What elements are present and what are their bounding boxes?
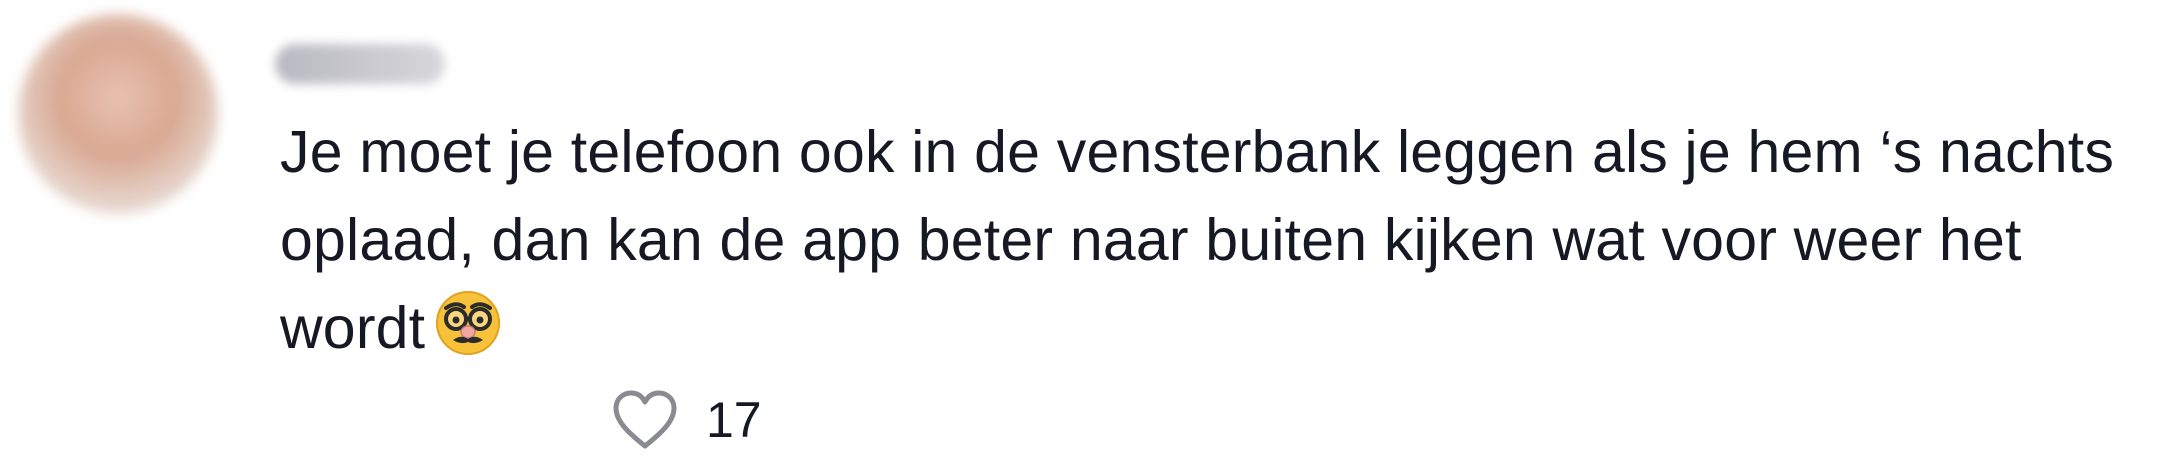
comment-username[interactable] bbox=[275, 44, 445, 84]
heart-outline-icon bbox=[613, 390, 677, 449]
avatar[interactable] bbox=[18, 14, 218, 214]
disguised-face-emoji-icon bbox=[435, 290, 501, 380]
like-count: 17 bbox=[706, 392, 762, 448]
like-button[interactable]: 17 bbox=[610, 385, 762, 455]
comment-text-block: Je moet je telefoon ook in de vensterban… bbox=[280, 108, 2160, 380]
comment-item: Je moet je telefoon ook in de vensterban… bbox=[0, 0, 2174, 462]
comment-text: Je moet je telefoon ook in de vensterban… bbox=[280, 119, 2115, 361]
